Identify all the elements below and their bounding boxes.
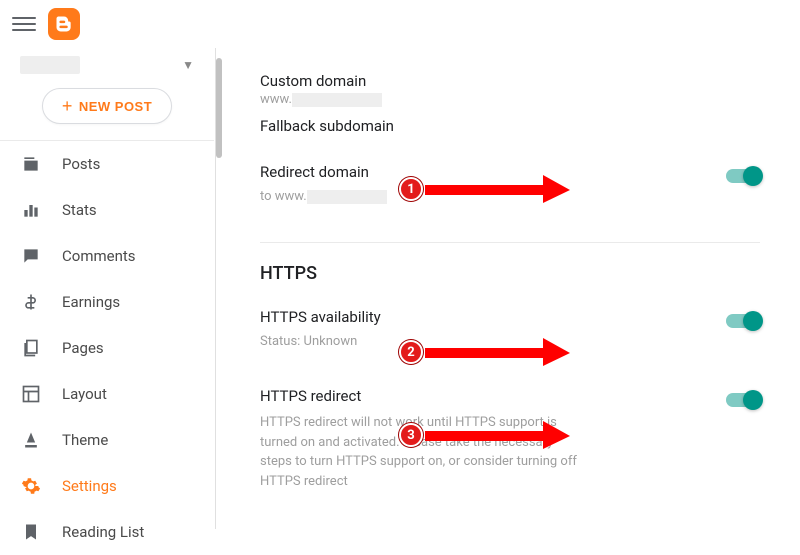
settings-panel: Custom domain www. Fallback subdomain Re… [224, 48, 800, 529]
annotation-badge: 3 [399, 423, 423, 447]
annotation-3: 3 [399, 421, 570, 449]
sidebar-item-label: Comments [62, 247, 136, 265]
sidebar-item-label: Reading List [62, 523, 144, 541]
sidebar-item-label: Settings [62, 477, 117, 495]
sidebar-item-pages[interactable]: Pages [0, 325, 214, 371]
sidebar-item-settings[interactable]: Settings [0, 463, 214, 509]
sidebar-item-label: Earnings [62, 293, 120, 311]
theme-icon [20, 429, 42, 451]
stats-icon [20, 199, 42, 221]
annotation-2: 2 [399, 338, 570, 366]
sidebar-item-label: Pages [62, 339, 104, 357]
annotation-badge: 2 [399, 340, 423, 364]
plus-icon: + [62, 97, 73, 115]
divider [260, 242, 760, 243]
sidebar-item-label: Stats [62, 201, 97, 219]
new-post-label: NEW POST [79, 99, 152, 114]
setting-label: Fallback subdomain [260, 117, 760, 135]
sidebar-item-label: Theme [62, 431, 108, 449]
https-section-title: HTTPS [260, 263, 760, 284]
custom-domain-setting[interactable]: Custom domain www. [260, 72, 760, 107]
sidebar-item-theme[interactable]: Theme [0, 417, 214, 463]
https-availability-toggle[interactable] [726, 314, 760, 328]
posts-icon [20, 153, 42, 175]
sidebar-item-comments[interactable]: Comments [0, 233, 214, 279]
comments-icon [20, 245, 42, 267]
setting-label: Custom domain [260, 72, 760, 90]
bookmark-icon [20, 521, 42, 543]
sidebar-item-posts[interactable]: Posts [0, 141, 214, 187]
pages-icon [20, 337, 42, 359]
setting-label: HTTPS redirect [260, 387, 716, 405]
sidebar-item-earnings[interactable]: Earnings [0, 279, 214, 325]
annotation-badge: 1 [399, 177, 423, 201]
sidebar: ▼ + NEW POST Posts Stats Comments Earnin… [0, 48, 216, 529]
blogger-logo [48, 8, 80, 40]
setting-label: HTTPS availability [260, 308, 716, 326]
scrollbar[interactable] [216, 48, 224, 529]
earnings-icon [20, 291, 42, 313]
sidebar-item-stats[interactable]: Stats [0, 187, 214, 233]
new-post-button[interactable]: + NEW POST [42, 88, 172, 124]
chevron-down-icon: ▼ [182, 58, 194, 72]
https-redirect-toggle[interactable] [726, 393, 760, 407]
setting-value: www. [260, 92, 760, 107]
sidebar-nav: Posts Stats Comments Earnings Pages Layo… [0, 140, 214, 555]
gear-icon [20, 475, 42, 497]
redirect-domain-toggle[interactable] [726, 169, 760, 183]
sidebar-item-reading-list[interactable]: Reading List [0, 509, 214, 555]
fallback-subdomain-setting[interactable]: Fallback subdomain [260, 117, 760, 135]
sidebar-item-label: Layout [62, 385, 107, 403]
blog-selector[interactable]: ▼ [0, 48, 214, 74]
sidebar-item-label: Posts [62, 155, 100, 173]
scrollbar-thumb[interactable] [216, 58, 222, 158]
blog-name [20, 56, 80, 74]
layout-icon [20, 383, 42, 405]
menu-toggle[interactable] [12, 12, 36, 36]
annotation-1: 1 [399, 175, 570, 203]
arrow-icon [425, 421, 570, 449]
sidebar-item-layout[interactable]: Layout [0, 371, 214, 417]
arrow-icon [425, 338, 570, 366]
arrow-icon [425, 175, 570, 203]
